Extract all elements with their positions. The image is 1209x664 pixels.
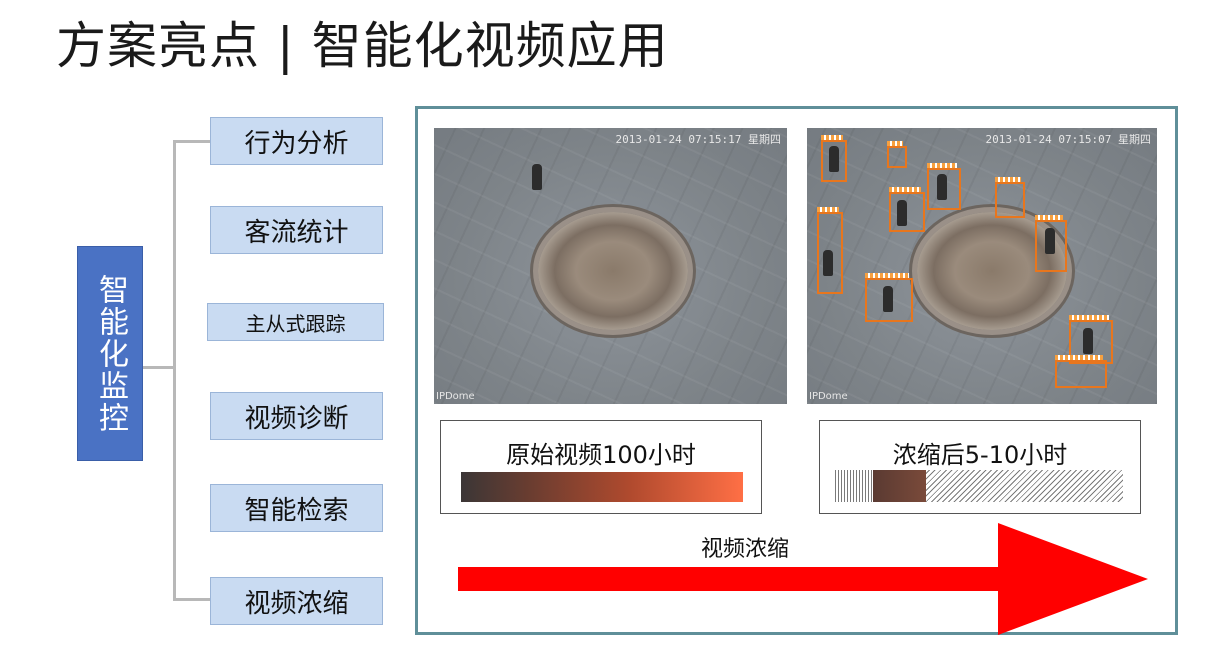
original-video-bar xyxy=(461,472,743,502)
detection-box xyxy=(995,177,1025,218)
condensed-bar-strip xyxy=(833,470,873,502)
camera-frame-original: 2013-01-24 07:15:17 星期四 IPDome xyxy=(434,128,787,404)
original-video-label: 原始视频100小时 xyxy=(506,441,696,469)
tree-stem-horizontal xyxy=(141,366,175,369)
detection-box xyxy=(1055,355,1107,388)
detection-box xyxy=(887,141,907,168)
tree-spine xyxy=(173,140,176,600)
pedestrian xyxy=(897,200,907,226)
arrow-label: 视频浓缩 xyxy=(701,537,790,562)
camera-timestamp: 2013-01-24 07:15:17 星期四 xyxy=(615,133,781,146)
page-title: 方案亮点 | 智能化视频应用 xyxy=(56,17,669,75)
camera-frame-condensed: 2013-01-24 07:15:07 星期四 IPDome xyxy=(807,128,1157,404)
pedestrian xyxy=(937,174,947,200)
pedestrian xyxy=(829,146,839,172)
condensed-video-bar xyxy=(833,470,1123,502)
condensed-bar-fill xyxy=(873,470,926,502)
condensed-video-box: 浓缩后5-10小时 xyxy=(819,420,1141,514)
tree-branch xyxy=(173,598,210,601)
pedestrian xyxy=(1083,328,1093,354)
camera-brand: IPDome xyxy=(436,391,475,402)
pedestrian xyxy=(1045,228,1055,254)
condensation-arrow-icon xyxy=(458,523,1148,635)
detection-box xyxy=(889,187,925,232)
original-video-box: 原始视频100小时 xyxy=(440,420,762,514)
node-behavior-analysis[interactable]: 行为分析 xyxy=(210,117,383,165)
node-video-condensation[interactable]: 视频浓缩 xyxy=(210,577,383,625)
node-master-slave-tracking[interactable]: 主从式跟踪 xyxy=(207,303,384,341)
camera-timestamp: 2013-01-24 07:15:07 星期四 xyxy=(985,133,1151,146)
node-video-diagnosis[interactable]: 视频诊断 xyxy=(210,392,383,440)
camera-brand: IPDome xyxy=(809,391,848,402)
pedestrian xyxy=(823,250,833,276)
pedestrian xyxy=(532,164,542,190)
node-passenger-flow[interactable]: 客流统计 xyxy=(210,206,383,254)
plaza-fountain xyxy=(538,212,688,330)
node-smart-search[interactable]: 智能检索 xyxy=(210,484,383,532)
condensed-video-label: 浓缩后5-10小时 xyxy=(892,441,1068,469)
tree-branch xyxy=(173,140,210,143)
video-condensation-panel: 2013-01-24 07:15:17 星期四 IPDome 2013-01-2… xyxy=(415,106,1178,635)
pedestrian xyxy=(883,286,893,312)
root-node-smart-monitoring: 智能化监控 xyxy=(77,246,143,461)
